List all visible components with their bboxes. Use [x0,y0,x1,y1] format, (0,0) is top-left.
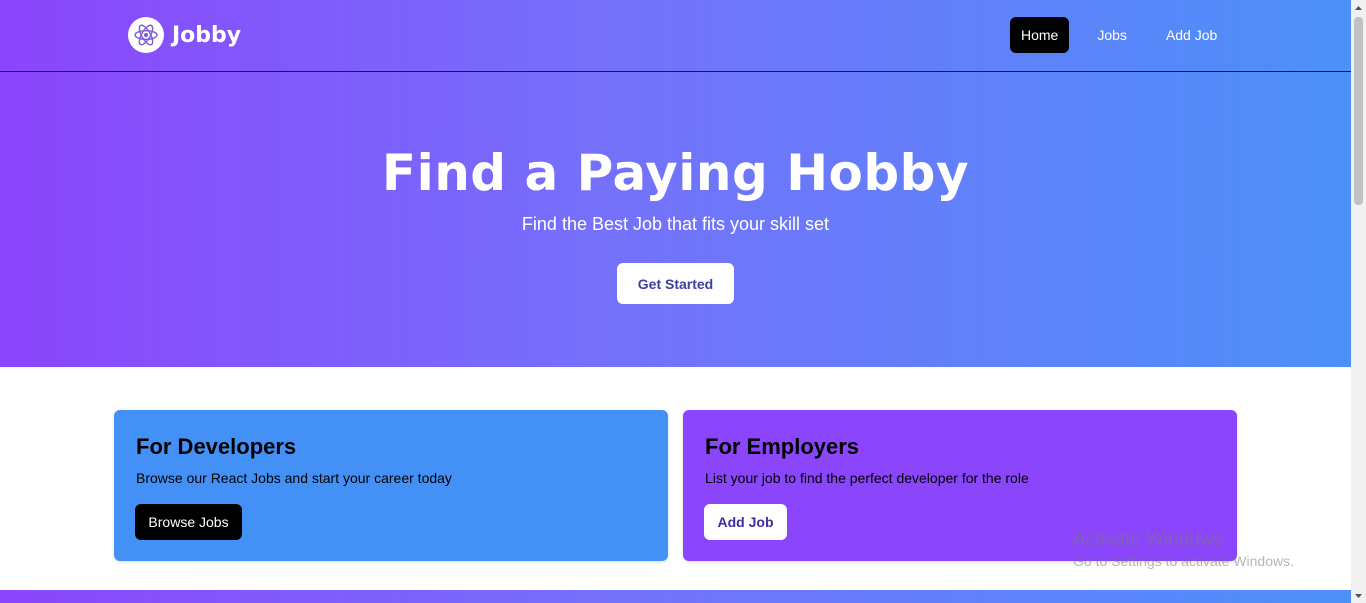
browse-jobs-button[interactable]: Browse Jobs [135,504,242,540]
add-job-button[interactable]: Add Job [704,504,787,540]
watermark-subtitle: Go to Settings to activate Windows. [1073,553,1294,569]
activate-windows-watermark: Activate Windows Go to Settings to activ… [1073,529,1294,569]
scroll-down-arrow-icon[interactable] [1351,588,1366,603]
nav-link-add-job[interactable]: Add Job [1155,17,1228,53]
scrollbar-thumb[interactable] [1354,17,1363,205]
nav-link-jobs[interactable]: Jobs [1086,17,1138,53]
hero-title: Find a Paying Hobby [381,144,970,202]
get-started-button[interactable]: Get Started [617,263,734,304]
hero-subtitle: Find the Best Job that fits your skill s… [521,214,830,234]
vertical-scrollbar[interactable] [1351,0,1366,603]
hero-section: Find a Paying Hobby Find the Best Job th… [0,72,1351,367]
developers-card-title: For Developers [136,434,297,459]
employers-card-title: For Employers [705,434,860,459]
developers-card: For Developers Browse our React Jobs and… [114,410,668,561]
scroll-up-arrow-icon[interactable] [1351,0,1366,15]
react-atom-icon [128,17,164,53]
watermark-title: Activate Windows [1073,529,1223,550]
next-section-edge [0,590,1351,603]
top-navbar: Jobby Home Jobs Add Job [0,0,1351,72]
developers-card-description: Browse our React Jobs and start your car… [136,470,452,486]
brand-name: Jobby [172,22,242,48]
nav-link-home[interactable]: Home [1010,17,1070,53]
brand-logo[interactable]: Jobby [128,17,241,53]
nav-links: Home Jobs Add Job [1010,17,1228,53]
employers-card-description: List your job to find the perfect develo… [705,470,1029,486]
